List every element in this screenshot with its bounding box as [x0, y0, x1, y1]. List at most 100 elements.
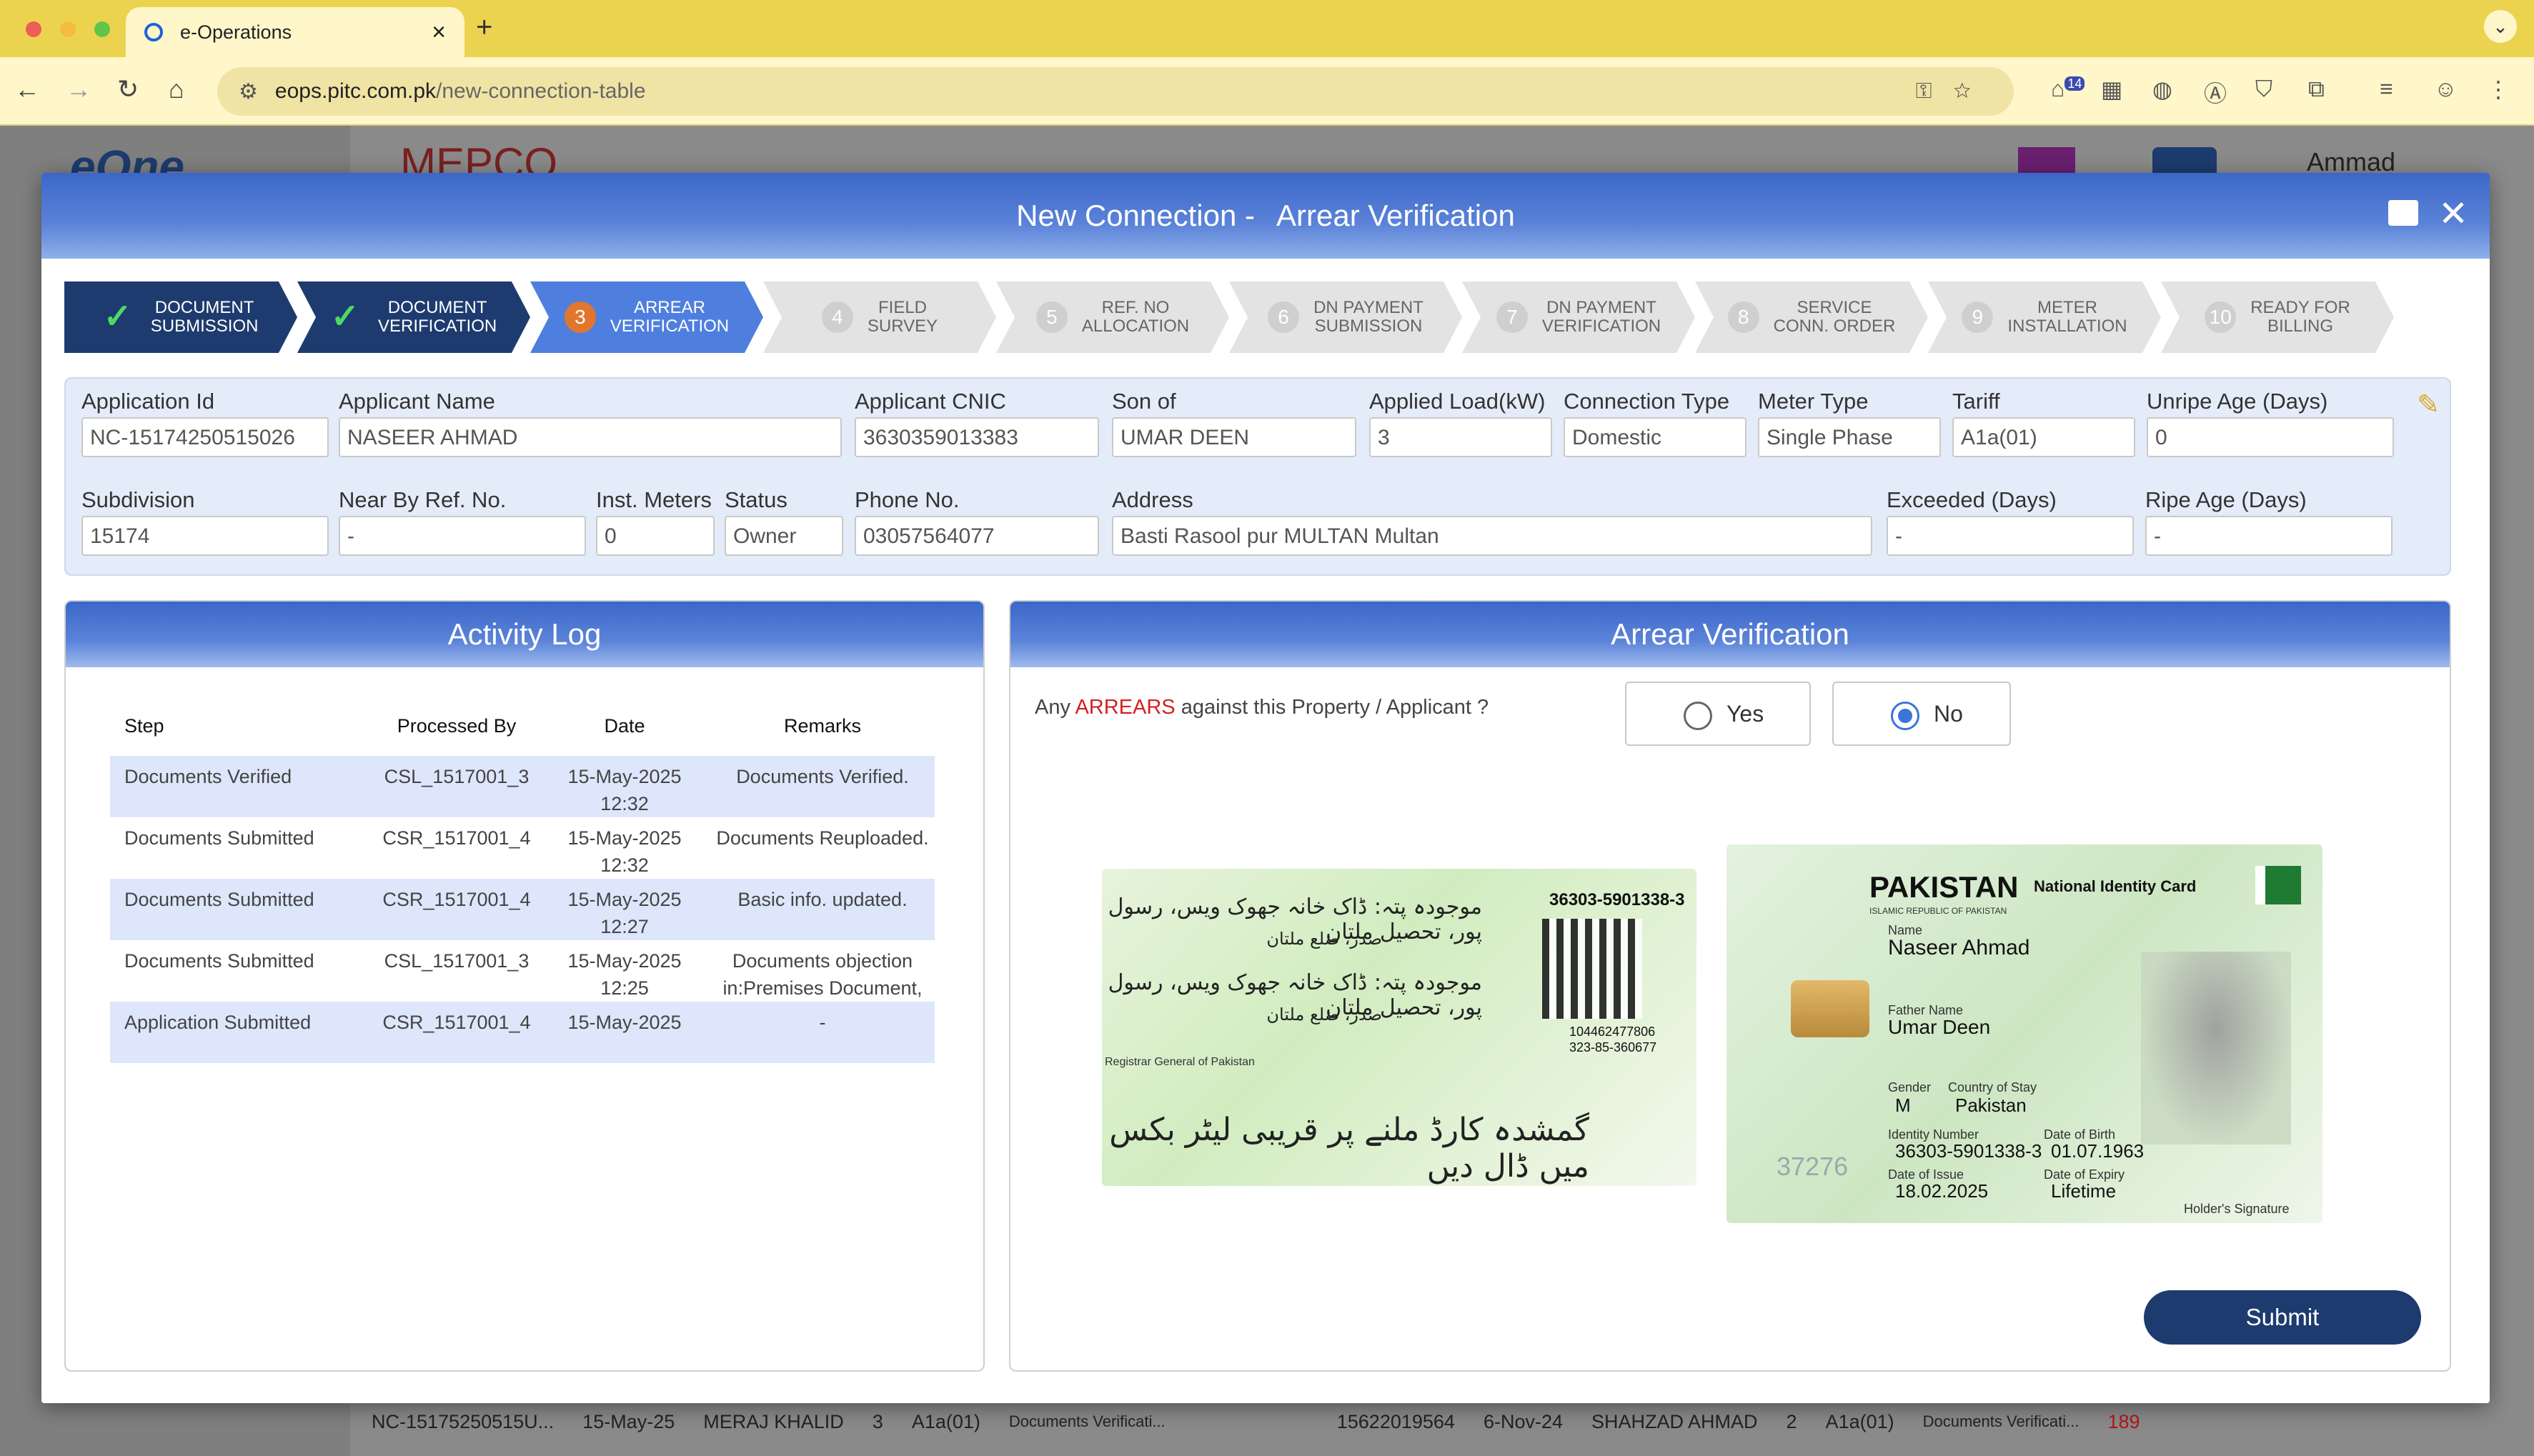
back-icon[interactable]: ← [14, 74, 40, 104]
home-icon[interactable]: ⌂ [169, 74, 184, 104]
step-label: FIELD SURVEY [868, 299, 938, 336]
bookmark-star-icon[interactable]: ☆ [1954, 79, 1992, 103]
step-label: DOCUMENT SUBMISSION [151, 299, 259, 336]
column-header: Date [539, 696, 710, 756]
cell-text: 12:27 [600, 916, 649, 937]
son-of-input[interactable]: UMAR DEEN [1112, 417, 1356, 457]
yes-radio-option[interactable]: Yes [1625, 682, 1811, 746]
pakistan-flag-icon [2255, 866, 2301, 904]
puzzle-icon[interactable]: ⧉ [2308, 76, 2325, 103]
address-field: Address Basti Rasool pur MULTAN Multan [1112, 487, 1872, 556]
minimize-window-button[interactable] [60, 21, 76, 37]
cell-text: Documents objection [732, 950, 913, 972]
exceeded-field: Exceeded (Days) - [1887, 487, 2134, 556]
ripe-age-input[interactable]: - [2145, 516, 2393, 556]
step-8[interactable]: 8 SERVICE CONN. ORDER [1695, 281, 1928, 353]
close-icon[interactable]: ✕ [2438, 193, 2468, 234]
step-6[interactable]: 6 DN PAYMENT SUBMISSION [1229, 281, 1462, 353]
media-icon[interactable]: ≡ [2380, 76, 2393, 102]
exceeded-input[interactable]: - [1887, 516, 2134, 556]
near-by-ref-input[interactable]: - [339, 516, 586, 556]
tariff-input[interactable]: A1a(01) [1952, 417, 2135, 457]
card-dob: 01.07.1963 [2051, 1140, 2145, 1162]
applicant-cnic-label: Applicant CNIC [855, 389, 1006, 414]
cell-text: 15-May-2025 [567, 950, 682, 972]
step-label-line: DN PAYMENT [1313, 298, 1423, 317]
applicant-cnic-input[interactable]: 3630359013383 [855, 417, 1099, 457]
activity-log-table: Step Processed By Date Remarks Documents… [110, 696, 935, 1063]
extension-icon[interactable]: ◍ [2152, 76, 2172, 103]
application-id-input[interactable]: NC-15174250515026 [81, 417, 329, 457]
step-10[interactable]: 10 READY FOR BILLING [2161, 281, 2394, 353]
close-tab-icon[interactable]: × [432, 19, 446, 46]
table-header-row: Step Processed By Date Remarks [110, 696, 935, 756]
maximize-window-button[interactable] [94, 21, 110, 37]
arrear-verification-panel: Arrear Verification Any ARREARS against … [1009, 600, 2451, 1372]
cell-text: Basic info. updated. [737, 889, 908, 910]
browser-tab[interactable]: e-Operations × [126, 7, 464, 57]
submit-button[interactable]: Submit [2144, 1290, 2421, 1345]
meter-type-input[interactable]: Single Phase [1758, 417, 1941, 457]
step-7[interactable]: 7 DN PAYMENT VERIFICATION [1462, 281, 1695, 353]
step-label-line: DOCUMENT [154, 298, 254, 317]
close-window-button[interactable] [26, 21, 41, 37]
step-number: 9 [1962, 301, 1994, 333]
profile-avatar[interactable]: ☺ [2434, 76, 2458, 102]
no-radio-button[interactable] [1891, 702, 1919, 730]
subdivision-input[interactable]: 15174 [81, 516, 329, 556]
step-label-line: DN PAYMENT [1546, 298, 1656, 317]
connection-type-input[interactable]: Domestic [1564, 417, 1747, 457]
print-icon[interactable] [2388, 200, 2418, 226]
unripe-age-input[interactable]: 0 [2147, 417, 2394, 457]
connection-type-label: Connection Type [1564, 389, 1730, 414]
step-2[interactable]: ✓ DOCUMENT VERIFICATION [297, 281, 530, 353]
modal-title-suffix: Arrear Verification [1276, 199, 1515, 232]
edit-pencil-icon[interactable]: ✎ [2417, 389, 2440, 421]
new-tab-icon[interactable]: + [476, 11, 492, 44]
phone-input[interactable]: 03057564077 [855, 516, 1099, 556]
unripe-age-label: Unripe Age (Days) [2147, 389, 2328, 414]
bg-cell: 3 [872, 1410, 883, 1432]
address-bar-actions[interactable]: ⚿☆ [1916, 79, 1992, 104]
step-1[interactable]: ✓ DOCUMENT SUBMISSION [64, 281, 297, 353]
step-5[interactable]: 5 REF. NO ALLOCATION [996, 281, 1229, 353]
shield-icon[interactable]: ⛉ [2255, 76, 2272, 103]
reload-icon[interactable]: ↻ [117, 74, 139, 104]
step-label-line: ARREAR [633, 298, 705, 317]
unripe-age-field: Unripe Age (Days) 0 [2147, 389, 2394, 457]
key-icon[interactable]: ⚿ [1916, 79, 1954, 103]
forward-icon[interactable]: → [66, 74, 91, 104]
yes-radio-button[interactable] [1684, 702, 1712, 730]
new-connection-modal: New Connection - Arrear Verification ✕ ✓… [41, 173, 2490, 1403]
card-issue: 18.02.2025 [1895, 1180, 1989, 1202]
card-chip [1791, 980, 1869, 1037]
cell-text: Documents Verified [124, 766, 292, 787]
extension-icon[interactable]: ▦ [2101, 76, 2122, 103]
step-3[interactable]: 3 ARREAR VERIFICATION [530, 281, 763, 353]
step-number: 4 [821, 301, 853, 333]
extension-icon[interactable]: Ⓐ [2204, 76, 2227, 109]
cell-text: CSR_1517001_4 [382, 1012, 531, 1033]
card-serial: 104462477806 [1569, 1024, 1656, 1039]
cell-text: CSR_1517001_4 [382, 827, 531, 849]
step-4[interactable]: 4 FIELD SURVEY [763, 281, 996, 353]
site-settings-icon[interactable]: ⚙ [239, 79, 258, 104]
extension-icon[interactable]: ⌂ 14 [2051, 76, 2085, 102]
inst-meters-input[interactable]: 0 [596, 516, 715, 556]
qr-code-icon [1542, 919, 1642, 1019]
address-input[interactable]: Basti Rasool pur MULTAN Multan [1112, 516, 1872, 556]
no-radio-option[interactable]: No [1832, 682, 2011, 746]
applicant-name-input[interactable]: NASEER AHMAD [339, 417, 842, 457]
step-label: DOCUMENT VERIFICATION [378, 299, 497, 336]
address-bar[interactable]: ⚙ eops.pitc.com.pk/new-connection-table … [217, 67, 2014, 116]
table-cell: Documents Verified [110, 756, 374, 817]
hologram-number: 37276 [1777, 1152, 1849, 1181]
cnic-front-image: PAKISTAN National Identity Card ISLAMIC … [1726, 844, 2322, 1223]
applied-load-input[interactable]: 3 [1369, 417, 1552, 457]
status-input[interactable]: Owner [725, 516, 843, 556]
tab-search-chevron-icon[interactable]: ⌄ [2484, 10, 2517, 43]
checkmark-icon: ✓ [330, 298, 359, 336]
menu-icon[interactable]: ⋮ [2487, 76, 2510, 103]
ripe-age-field: Ripe Age (Days) - [2145, 487, 2393, 556]
step-9[interactable]: 9 METER INSTALLATION [1928, 281, 2161, 353]
